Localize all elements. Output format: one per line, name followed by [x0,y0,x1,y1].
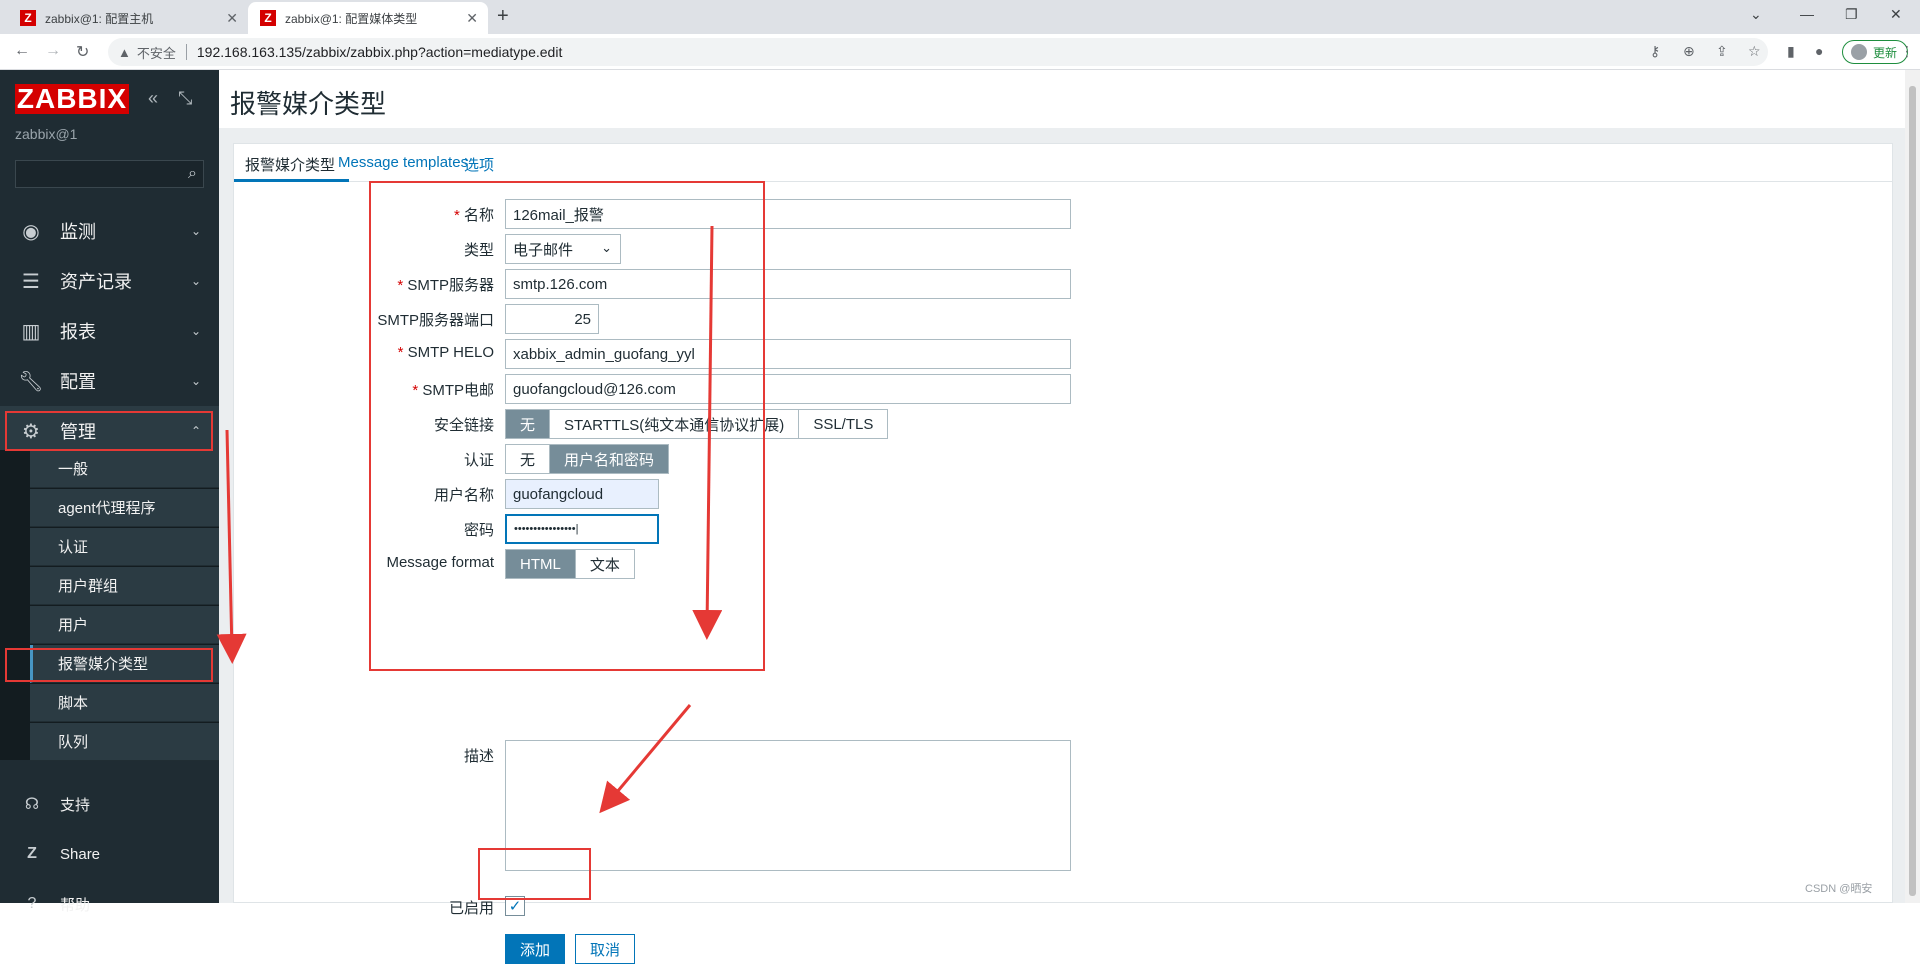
reload-icon[interactable]: ↻ [76,42,89,62]
annotation-box-media-types [5,648,213,682]
bar-chart-icon: ▥ [21,320,41,343]
menu-label: 监测 [60,222,96,242]
zabbix-favicon-icon: Z [20,10,36,26]
submenu-item-proxies[interactable]: agent代理程序 [30,489,219,527]
server-name: zabbix@1 [15,126,78,142]
menu-item-help[interactable]: ? 帮助 [0,882,219,926]
watermark: CSDN @晒安 [1805,883,1873,895]
zabbix-logo[interactable]: ZABBIX [15,83,129,114]
browser-tabstrip: Z zabbix@1: 配置主机 ✕ Z zabbix@1: 配置媒体类型 ✕ … [0,0,1920,34]
zoom-icon[interactable]: ⊕ [1683,43,1695,60]
security-option-ssl[interactable]: SSL/TLS [799,410,888,438]
page-title: 报警媒介类型 [230,89,387,119]
scrollbar[interactable] [1905,70,1920,903]
url-text[interactable]: 192.168.163.135/zabbix/zabbix.php?action… [197,44,562,60]
tab-search-chevron-icon[interactable]: ⌄ [1750,6,1762,23]
menu-item-inventory[interactable]: ☰ 资产记录 ⌄ [0,256,219,306]
back-arrow-icon[interactable]: ← [14,42,30,60]
sidebar: ZABBIX « ⤡ zabbix@1 ⌕ ◉ 监测 ⌄ ☰ 资产记录 ⌄ ▥ … [0,70,219,914]
submenu-item-general[interactable]: 一般 [30,450,219,488]
key-icon[interactable]: ⚷ [1650,43,1660,60]
page-header: 报警媒介类型 [219,70,1905,128]
tab-media-type[interactable]: 报警媒介类型 [245,154,335,175]
form-tabs: 报警媒介类型 Message templates 选项 [234,144,1892,182]
address-bar[interactable]: ▲ 不安全 192.168.163.135/zabbix/zabbix.php?… [108,38,1768,66]
annotation-box-admin [5,411,213,451]
submenu-item-users[interactable]: 用户 [30,606,219,644]
update-label: 更新 [1873,45,1898,60]
avatar [1851,44,1867,60]
chevron-down-icon: ⌄ [190,324,201,338]
tab-options[interactable]: 选项 [464,154,494,175]
search-icon[interactable]: ⌕ [188,165,197,183]
tab-message-templates[interactable]: Message templates [338,154,468,171]
update-button[interactable]: 更新 [1842,40,1909,64]
help-icon: ? [27,895,37,912]
chevron-down-icon: ⌄ [190,374,201,388]
security-label: 不安全 [136,45,176,61]
menu-label: 帮助 [60,896,91,914]
menu-label: 资产记录 [60,272,132,292]
wrench-icon: 🔧︎ [18,370,44,393]
menu-label: 配置 [60,372,96,392]
browser-toolbar: ← → ↻ ▲ 不安全 192.168.163.135/zabbix/zabbi… [0,34,1920,70]
side-panel-icon[interactable]: ▮ [1787,43,1795,60]
menu-item-monitoring[interactable]: ◉ 监测 ⌄ [0,206,219,256]
browser-tab-title: zabbix@1: 配置媒体类型 [285,11,418,26]
submenu-item-queue[interactable]: 队列 [30,723,219,761]
restore-icon[interactable]: ❐ [1845,6,1858,23]
divider [185,44,187,60]
menu-item-support[interactable]: ☊ 支持 [0,782,219,826]
submenu-item-user-groups[interactable]: 用户群组 [30,567,219,605]
submenu-item-authentication[interactable]: 认证 [30,528,219,566]
minimize-icon[interactable]: — [1800,6,1814,22]
submenu-item-scripts[interactable]: 脚本 [30,684,219,722]
cancel-button[interactable]: 取消 [575,934,635,964]
close-icon[interactable]: ✕ [466,10,478,27]
profile-icon[interactable]: ● [1815,43,1823,59]
list-icon: ☰ [22,270,40,293]
zabbix-favicon-icon: Z [260,10,276,26]
browser-tab-title: zabbix@1: 配置主机 [45,11,154,26]
share-icon[interactable]: ⇪ [1716,43,1728,60]
more-menu-icon[interactable]: ⋮ [1900,43,1914,60]
kiosk-mode-icon[interactable]: ⤡ [178,88,192,109]
close-icon[interactable]: ✕ [226,10,238,27]
description-label: 描述 [463,748,494,765]
browser-tab[interactable]: Z zabbix@1: 配置主机 ✕ [8,2,248,34]
bookmark-star-icon[interactable]: ☆ [1748,43,1761,60]
enabled-label: 已启用 [448,900,494,917]
zabbix-share-icon: Z [27,845,37,862]
new-tab-icon[interactable]: + [497,5,509,28]
menu-label: Share [60,845,101,863]
headset-icon: ☊ [24,796,40,813]
forward-arrow-icon[interactable]: → [45,42,61,60]
annotation-box-form [369,181,765,671]
eye-icon: ◉ [22,220,40,243]
active-tab-indicator [234,179,349,182]
menu-item-share[interactable]: Z Share [0,832,219,876]
warning-icon: ▲ [118,44,131,60]
collapse-sidebar-icon[interactable]: « [148,88,158,109]
add-button[interactable]: 添加 [505,934,565,964]
scroll-thumb[interactable] [1909,86,1916,896]
chevron-down-icon: ⌄ [190,224,201,238]
search-input[interactable]: ⌕ [15,160,204,188]
menu-label: 报表 [60,322,96,342]
menu-item-configuration[interactable]: 🔧︎ 配置 ⌄ [0,356,219,406]
window-close-icon[interactable]: ✕ [1890,6,1902,23]
annotation-box-add [478,848,591,900]
menu-item-reports[interactable]: ▥ 报表 ⌄ [0,306,219,356]
chevron-down-icon: ⌄ [190,274,201,288]
menu-label: 支持 [60,796,91,814]
submenu-administration: 一般 agent代理程序 认证 用户群组 用户 报警媒介类型 脚本 队列 [0,450,219,761]
browser-tab-active[interactable]: Z zabbix@1: 配置媒体类型 ✕ [248,2,488,34]
